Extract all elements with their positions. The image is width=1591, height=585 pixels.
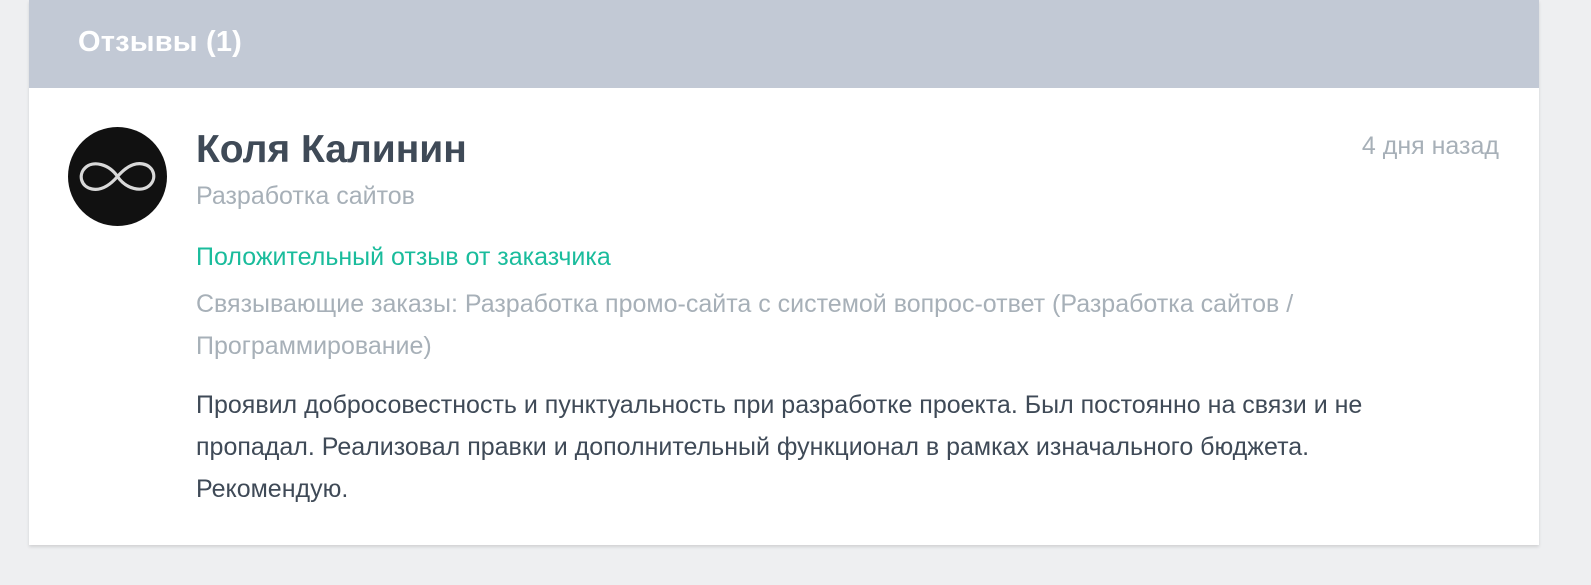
review-item: Коля Калинин 4 дня назад Разработка сайт… xyxy=(29,88,1539,545)
reviews-header: Отзывы (1) xyxy=(29,0,1539,88)
related-orders: Связывающие заказы: Разработка промо-сай… xyxy=(196,290,1294,360)
author-name-link[interactable]: Коля Калинин xyxy=(196,128,467,172)
reviews-title: Отзывы (1) xyxy=(78,25,243,58)
infinity-icon xyxy=(79,162,156,191)
review-timestamp: 4 дня назад xyxy=(1361,132,1499,160)
avatar[interactable] xyxy=(68,127,167,226)
reviews-panel: Отзывы (1) Коля Калинин 4 дня назад Разр… xyxy=(29,0,1539,545)
review-type-positive: Положительный отзыв от заказчика xyxy=(196,243,611,271)
review-text: Проявил добросовестность и пунктуальност… xyxy=(196,391,1363,503)
author-category: Разработка сайтов xyxy=(196,182,415,210)
